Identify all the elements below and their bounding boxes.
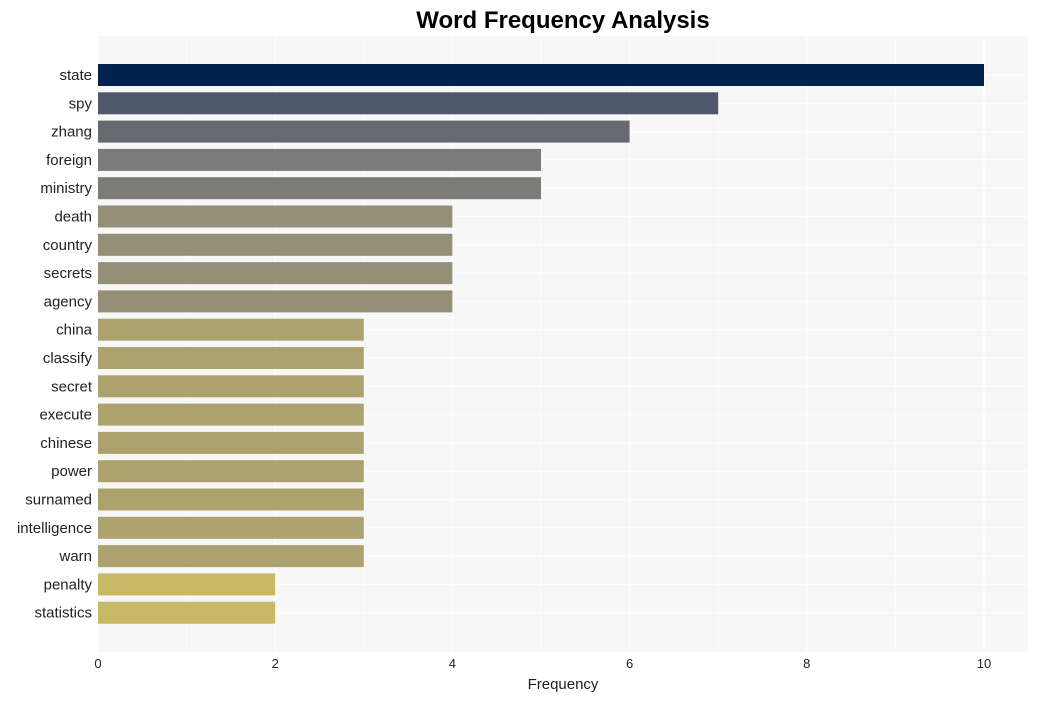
y-axis-labels: state spy zhang foreign ministry death country…: [17, 67, 93, 622]
y-label-death: death: [54, 209, 92, 226]
y-label-chinese: chinese: [40, 435, 92, 452]
y-label-statistics: statistics: [34, 605, 92, 622]
bar-warn: [98, 545, 364, 568]
bar-death: [98, 205, 453, 228]
bar-classify: [98, 347, 364, 369]
x-tick-label: 6: [626, 656, 633, 671]
bar-surnamed: [98, 488, 364, 511]
y-label-foreign: foreign: [46, 152, 92, 169]
bar-chinese: [98, 431, 364, 454]
bar-foreign: [98, 148, 541, 171]
bar-country: [98, 233, 453, 256]
bar-intelligence: [98, 516, 364, 539]
x-tick-label: 0: [94, 656, 101, 671]
y-label-secrets: secrets: [44, 265, 92, 282]
y-label-intelligence: intelligence: [17, 520, 92, 537]
x-tick-label: 4: [449, 656, 456, 671]
bar-power: [98, 460, 364, 483]
x-tick-label: 10: [977, 656, 991, 671]
y-label-classify: classify: [43, 350, 93, 367]
bar-penalty: [98, 573, 276, 596]
chart-title: Word Frequency Analysis: [416, 7, 709, 34]
chart: Word Frequency Analysis state spy zhang for…: [17, 7, 1028, 693]
bar-agency: [98, 290, 453, 313]
bar-secret: [98, 375, 364, 398]
bar-spy: [98, 92, 719, 115]
y-label-china: china: [56, 322, 93, 339]
x-axis-ticks: 0 2 4 6 8 10: [94, 656, 991, 671]
bar-statistics: [98, 601, 276, 624]
x-tick-label: 8: [803, 656, 810, 671]
y-label-state: state: [59, 67, 92, 84]
bar-zhang: [98, 120, 630, 143]
bar-execute: [98, 403, 364, 426]
y-label-spy: spy: [69, 95, 93, 112]
bar-ministry: [98, 177, 541, 200]
y-label-secret: secret: [51, 378, 93, 395]
y-label-ministry: ministry: [40, 180, 92, 197]
y-label-warn: warn: [58, 548, 92, 565]
x-axis-title: Frequency: [528, 676, 599, 693]
bar-secrets: [98, 262, 453, 285]
y-label-penalty: penalty: [44, 576, 93, 593]
y-label-surnamed: surnamed: [25, 492, 92, 509]
x-tick-label: 2: [272, 656, 279, 671]
bar-china: [98, 318, 364, 341]
y-label-execute: execute: [39, 407, 92, 424]
y-label-agency: agency: [44, 293, 93, 310]
y-label-country: country: [43, 237, 93, 254]
y-label-power: power: [51, 463, 92, 480]
bar-state: [98, 64, 984, 86]
y-label-zhang: zhang: [51, 124, 92, 141]
